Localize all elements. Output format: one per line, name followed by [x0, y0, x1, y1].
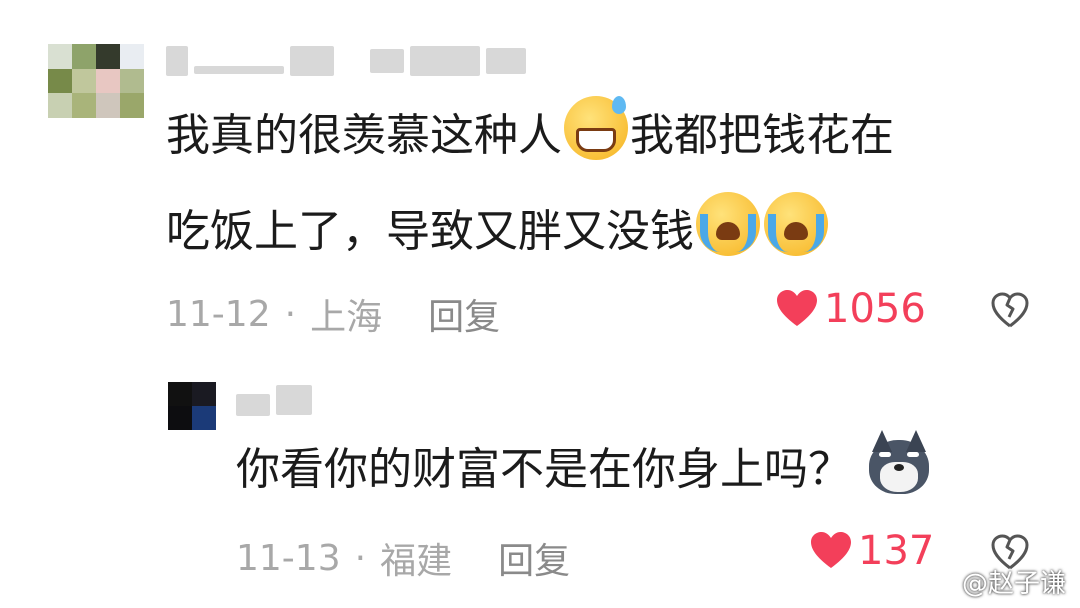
separator: ·: [354, 537, 367, 579]
crying-emoji-icon: [764, 192, 828, 256]
avatar[interactable]: [168, 382, 216, 430]
husky-dog-icon: [866, 430, 932, 496]
comment-date: 11-13: [236, 537, 341, 579]
comment-text-line1b: 我都把钱花在: [630, 110, 894, 161]
broken-heart-icon[interactable]: [990, 290, 1030, 330]
like-button[interactable]: 1056: [776, 286, 926, 332]
comment-text: 我真的很羡慕这种人 我都把钱花在 吃饭上了，导致又胖又没钱: [166, 88, 894, 280]
comment-meta: 11-12 · 上海 回复: [166, 288, 500, 340]
comment-1: 我真的很羡慕这种人 我都把钱花在 吃饭上了，导致又胖又没钱 11-12 · 上海 …: [0, 0, 1080, 350]
comment-text-line: 你看你的财富不是在你身上吗？: [236, 444, 852, 495]
heart-icon: [811, 532, 851, 568]
comment-text-line2: 吃饭上了，导致又胖又没钱: [166, 206, 694, 257]
like-count: 1056: [824, 286, 926, 332]
comment-text-line1: 我真的很羡慕这种人: [166, 110, 562, 161]
reply-button[interactable]: 回复: [498, 532, 570, 584]
username-blurred[interactable]: [236, 384, 312, 416]
avatar[interactable]: [48, 44, 144, 118]
watermark-text: @赵子谦: [961, 569, 1066, 599]
weibo-watermark: @赵子谦: [924, 563, 1066, 600]
crying-emoji-icon: [696, 192, 760, 256]
comment-location: 上海: [310, 297, 383, 338]
like-count: 137: [858, 528, 935, 574]
comment-text: 你看你的财富不是在你身上吗？: [236, 422, 932, 518]
heart-icon: [777, 290, 817, 326]
reply-button[interactable]: 回复: [428, 288, 500, 340]
separator: ·: [284, 293, 297, 335]
like-button[interactable]: 137: [810, 528, 934, 574]
comment-2-reply: 你看你的财富不是在你身上吗？ 11-13 · 福建 回复 137: [0, 360, 1080, 608]
username-blurred[interactable]: [166, 46, 526, 76]
comment-meta: 11-13 · 福建 回复: [236, 532, 570, 584]
comment-date: 11-12: [166, 293, 271, 335]
weibo-logo-icon: [924, 569, 958, 595]
comment-location: 福建: [380, 541, 453, 582]
grinning-sweat-emoji-icon: [564, 96, 628, 160]
